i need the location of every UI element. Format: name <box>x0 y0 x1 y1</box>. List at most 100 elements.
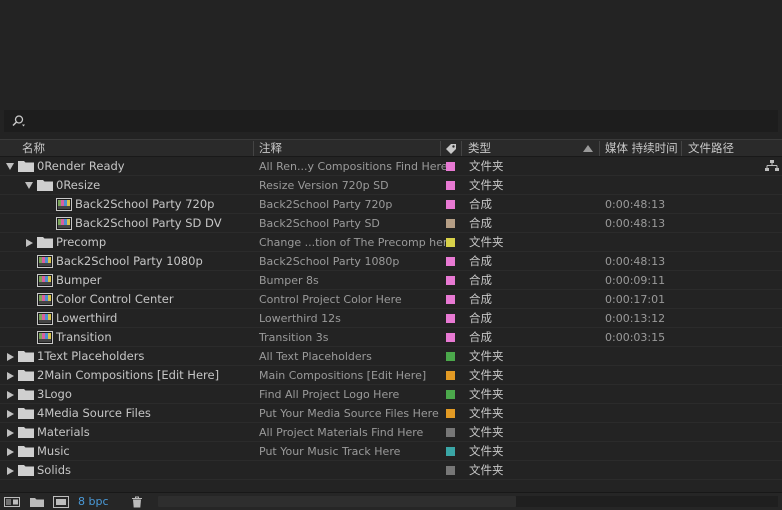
item-comment[interactable]: All Project Materials Find Here <box>259 423 423 442</box>
composition-row[interactable]: Back2School Party 720p Back2School Party … <box>0 195 782 214</box>
composition-icon <box>56 217 72 230</box>
search-bar[interactable] <box>4 110 778 132</box>
folder-icon <box>18 445 34 458</box>
disclosure-closed-icon[interactable] <box>6 423 14 442</box>
folder-row[interactable]: 0Resize Resize Version 720p SD 文件夹 <box>0 176 782 195</box>
column-comment[interactable]: 注释 <box>259 140 282 157</box>
label-color-swatch[interactable] <box>446 466 455 475</box>
column-divider[interactable] <box>681 141 682 156</box>
disclosure-closed-icon[interactable] <box>6 366 14 385</box>
item-type: 合成 <box>469 273 492 287</box>
item-comment[interactable]: Find All Project Logo Here <box>259 385 399 404</box>
folder-row[interactable]: 3Logo Find All Project Logo Here 文件夹 <box>0 385 782 404</box>
item-comment[interactable]: Put Your Music Track Here <box>259 442 400 461</box>
folder-row[interactable]: Precomp Change ...tion of The Precomp her… <box>0 233 782 252</box>
item-comment[interactable]: Transition 3s <box>259 328 328 347</box>
label-color-swatch[interactable] <box>446 257 455 266</box>
column-divider[interactable] <box>599 141 600 156</box>
column-divider[interactable] <box>253 141 254 156</box>
column-duration[interactable]: 媒体 持续时间 <box>605 140 678 157</box>
label-tag-icon[interactable] <box>445 143 457 155</box>
horizontal-scrollbar-thumb[interactable] <box>158 496 516 507</box>
column-path[interactable]: 文件路径 <box>688 140 734 157</box>
item-name: Lowerthird <box>56 311 118 325</box>
composition-row[interactable]: Lowerthird Lowerthird 12s 合成 0:00:13:12 <box>0 309 782 328</box>
item-type: 合成 <box>469 254 492 268</box>
label-color-swatch[interactable] <box>446 219 455 228</box>
folder-icon <box>18 426 34 439</box>
item-comment[interactable]: Control Project Color Here <box>259 290 402 309</box>
folder-row[interactable]: Music Put Your Music Track Here 文件夹 <box>0 442 782 461</box>
composition-row[interactable]: Back2School Party SD DV Back2School Party… <box>0 214 782 233</box>
disclosure-open-icon[interactable] <box>25 176 33 195</box>
label-color-swatch[interactable] <box>446 428 455 437</box>
composition-icon <box>56 198 72 211</box>
label-color-swatch[interactable] <box>446 352 455 361</box>
item-name: 4Media Source Files <box>37 406 151 420</box>
search-icon[interactable] <box>10 114 26 128</box>
composition-row[interactable]: Bumper Bumper 8s 合成 0:00:09:11 <box>0 271 782 290</box>
folder-row[interactable]: 1Text Placeholders All Text Placeholders 文… <box>0 347 782 366</box>
disclosure-closed-icon[interactable] <box>6 461 14 480</box>
column-name[interactable]: 名称 <box>22 140 45 157</box>
label-color-swatch[interactable] <box>446 333 455 342</box>
column-type[interactable]: 类型 <box>468 140 491 157</box>
sort-ascending-icon[interactable] <box>583 145 593 152</box>
item-type: 文件夹 <box>469 425 504 439</box>
item-name: 1Text Placeholders <box>37 349 145 363</box>
item-comment[interactable]: Lowerthird 12s <box>259 309 341 328</box>
item-comment[interactable]: Bumper 8s <box>259 271 319 290</box>
label-color-swatch[interactable] <box>446 447 455 456</box>
composition-row[interactable]: Color Control Center Control Project Colo… <box>0 290 782 309</box>
item-type: 文件夹 <box>469 463 504 477</box>
interpret-footage-icon[interactable] <box>4 496 20 508</box>
item-type: 文件夹 <box>469 178 504 192</box>
folder-row[interactable]: Solids 文件夹 <box>0 461 782 480</box>
item-type: 文件夹 <box>469 444 504 458</box>
item-comment[interactable]: All Ren...y Compositions Find Here <box>259 157 448 176</box>
disclosure-open-icon[interactable] <box>6 157 14 176</box>
horizontal-scrollbar-track[interactable] <box>516 496 778 507</box>
item-comment[interactable]: Change ...tion of The Precomp here <box>259 233 454 252</box>
label-color-swatch[interactable] <box>446 409 455 418</box>
bit-depth-button[interactable]: 8 bpc <box>78 494 109 509</box>
item-comment[interactable]: All Text Placeholders <box>259 347 372 366</box>
item-comment[interactable]: Put Your Media Source Files Here <box>259 404 439 423</box>
folder-row[interactable]: 2Main Compositions [Edit Here] Main Compo… <box>0 366 782 385</box>
disclosure-closed-icon[interactable] <box>6 385 14 404</box>
composition-icon <box>37 312 53 325</box>
disclosure-closed-icon[interactable] <box>25 233 33 252</box>
folder-row[interactable]: Materials All Project Materials Find Here… <box>0 423 782 442</box>
label-color-swatch[interactable] <box>446 200 455 209</box>
item-comment[interactable]: Back2School Party SD <box>259 214 380 233</box>
new-folder-icon[interactable] <box>30 496 44 508</box>
label-color-swatch[interactable] <box>446 390 455 399</box>
composition-row[interactable]: Back2School Party 1080p Back2School Party… <box>0 252 782 271</box>
disclosure-closed-icon[interactable] <box>6 347 14 366</box>
item-comment[interactable]: Back2School Party 1080p <box>259 252 399 271</box>
item-comment[interactable]: Back2School Party 720p <box>259 195 392 214</box>
column-divider[interactable] <box>440 141 441 156</box>
disclosure-closed-icon[interactable] <box>6 404 14 423</box>
composition-row[interactable]: Transition Transition 3s 合成 0:00:03:15 <box>0 328 782 347</box>
item-type: 合成 <box>469 311 492 325</box>
item-comment[interactable]: Resize Version 720p SD <box>259 176 389 195</box>
folder-row[interactable]: 0Render Ready All Ren...y Compositions Fi… <box>0 157 782 176</box>
disclosure-closed-icon[interactable] <box>6 442 14 461</box>
column-divider[interactable] <box>461 141 462 156</box>
flowchart-icon[interactable] <box>765 160 779 172</box>
label-color-swatch[interactable] <box>446 181 455 190</box>
item-type: 文件夹 <box>469 159 504 173</box>
label-color-swatch[interactable] <box>446 238 455 247</box>
item-name: Precomp <box>56 235 107 249</box>
label-color-swatch[interactable] <box>446 162 455 171</box>
folder-row[interactable]: 4Media Source Files Put Your Media Source… <box>0 404 782 423</box>
composition-icon <box>37 331 53 344</box>
label-color-swatch[interactable] <box>446 276 455 285</box>
label-color-swatch[interactable] <box>446 295 455 304</box>
label-color-swatch[interactable] <box>446 314 455 323</box>
item-comment[interactable]: Main Compositions [Edit Here] <box>259 366 426 385</box>
new-composition-icon[interactable] <box>53 496 69 508</box>
label-color-swatch[interactable] <box>446 371 455 380</box>
trash-icon[interactable] <box>131 496 143 508</box>
